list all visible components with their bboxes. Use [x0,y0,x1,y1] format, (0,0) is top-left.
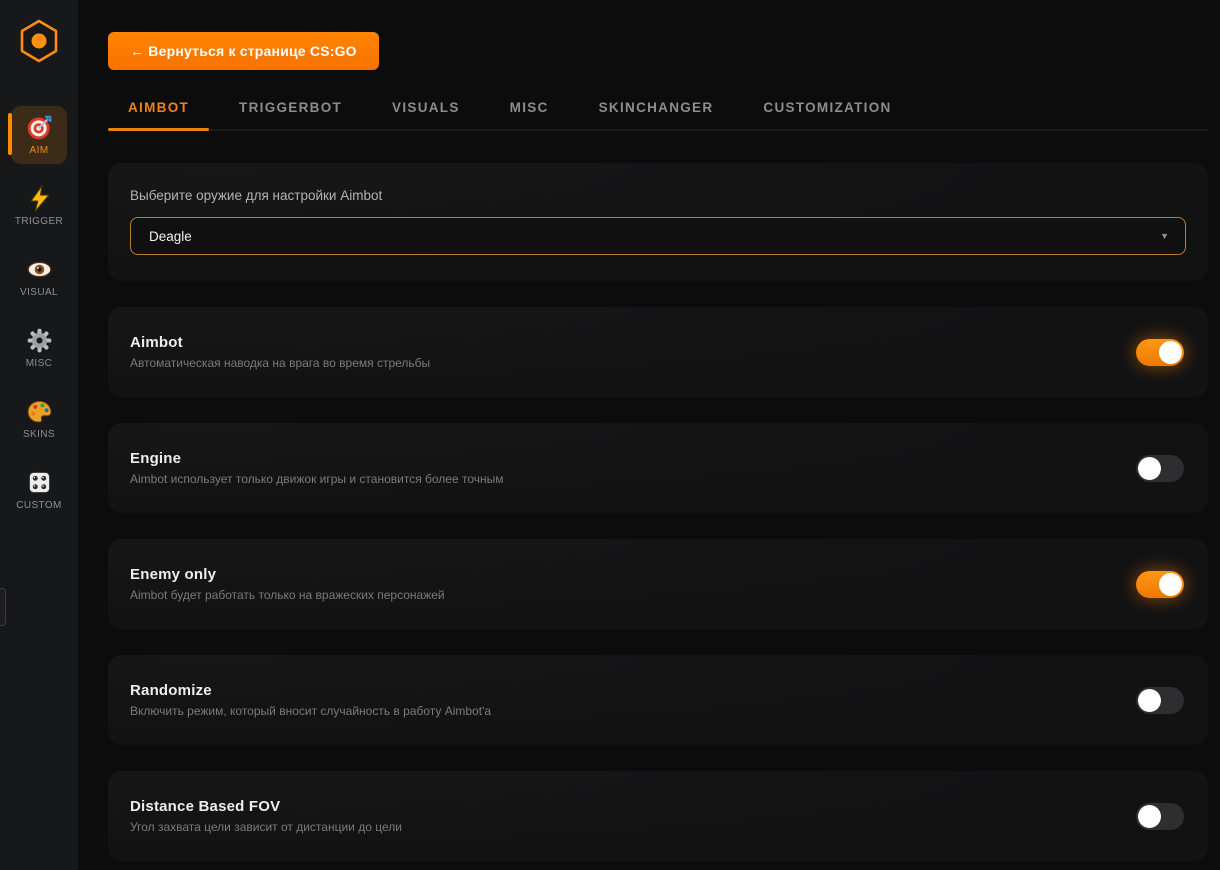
sidebar-item-trigger[interactable]: TRIGGER [11,177,67,235]
active-indicator-bar [8,113,12,155]
sidebar-nav: AIM TRIGGER VISUAL [11,106,67,519]
setting-title: Enemy only [130,566,445,583]
tab-bar: AIMBOT TRIGGERBOT VISUALS MISC SKINCHANG… [108,100,1208,131]
app-window: AIM TRIGGER VISUAL [0,0,1220,870]
selected-weapon-value: Deagle [149,229,192,244]
setting-card-aimbot: Aimbot Автоматическая наводка на врага в… [108,307,1208,397]
setting-description: Включить режим, который вносит случайнос… [130,704,491,718]
setting-description: Угол захвата цели зависит от дистанции д… [130,820,402,834]
palette-icon [26,398,53,425]
setting-card-distance-based-fov: Distance Based FOV Угол захвата цели зав… [108,771,1208,861]
setting-texts: Aimbot Автоматическая наводка на врага в… [130,334,430,370]
main-content: ← Вернуться к странице CS:GO AIMBOT TRIG… [78,0,1220,870]
toggle-engine[interactable] [1136,455,1184,482]
app-logo[interactable] [18,18,60,64]
setting-description: Aimbot будет работать только на вражески… [130,588,445,602]
setting-card-engine: Engine Aimbot использует только движок и… [108,423,1208,513]
setting-texts: Engine Aimbot использует только движок и… [130,450,504,486]
tab-triggerbot[interactable]: TRIGGERBOT [219,100,362,129]
setting-title: Randomize [130,682,491,699]
hexagon-logo-icon [18,18,60,64]
dice-icon [26,469,53,496]
sidebar-item-aim[interactable]: AIM [11,106,67,164]
tab-visuals[interactable]: VISUALS [372,100,480,129]
eye-icon [26,256,53,283]
toggle-knob [1159,341,1182,364]
weapon-select-card: Выберите оружие для настройки Aimbot Dea… [108,163,1208,281]
sidebar-item-label: VISUAL [20,287,58,298]
toggle-aimbot[interactable] [1136,339,1184,366]
toggle-enemy-only[interactable] [1136,571,1184,598]
setting-texts: Randomize Включить режим, который вносит… [130,682,491,718]
toggle-knob [1159,573,1182,596]
weapon-select-label: Выберите оружие для настройки Aimbot [130,188,1186,203]
toggle-knob [1138,805,1161,828]
toggle-distance-based-fov[interactable] [1136,803,1184,830]
toggle-randomize[interactable] [1136,687,1184,714]
weapon-select-dropdown[interactable]: Deagle ▼ [130,217,1186,255]
setting-title: Engine [130,450,504,467]
sidebar-item-label: SKINS [23,429,55,440]
tab-aimbot[interactable]: AIMBOT [108,100,209,129]
sidebar: AIM TRIGGER VISUAL [0,0,78,870]
setting-card-enemy-only: Enemy only Aimbot будет работать только … [108,539,1208,629]
tab-skinchanger[interactable]: SKINCHANGER [579,100,734,129]
sidebar-item-skins[interactable]: SKINS [11,390,67,448]
toggle-knob [1138,457,1161,480]
setting-description: Aimbot использует только движок игры и с… [130,472,504,486]
sidebar-item-misc[interactable]: MISC [11,319,67,377]
setting-description: Автоматическая наводка на врага во время… [130,356,430,370]
chevron-down-icon: ▼ [1160,231,1169,241]
sidebar-item-custom[interactable]: CUSTOM [11,461,67,519]
sidebar-item-label: AIM [30,145,49,156]
lightning-icon [26,185,53,212]
sidebar-item-visual[interactable]: VISUAL [11,248,67,306]
setting-title: Aimbot [130,334,430,351]
setting-texts: Enemy only Aimbot будет работать только … [130,566,445,602]
target-icon [26,114,53,141]
sidebar-item-label: MISC [26,358,53,369]
toggle-knob [1138,689,1161,712]
sidebar-item-label: TRIGGER [15,216,63,227]
drawer-handle[interactable] [0,588,6,626]
setting-title: Distance Based FOV [130,798,402,815]
back-to-csgo-button[interactable]: ← Вернуться к странице CS:GO [108,32,379,70]
sidebar-item-label: CUSTOM [16,500,62,511]
tab-misc[interactable]: MISC [490,100,569,129]
setting-texts: Distance Based FOV Угол захвата цели зав… [130,798,402,834]
gear-icon [26,327,53,354]
setting-card-randomize: Randomize Включить режим, который вносит… [108,655,1208,745]
tab-customization[interactable]: CUSTOMIZATION [743,100,911,129]
